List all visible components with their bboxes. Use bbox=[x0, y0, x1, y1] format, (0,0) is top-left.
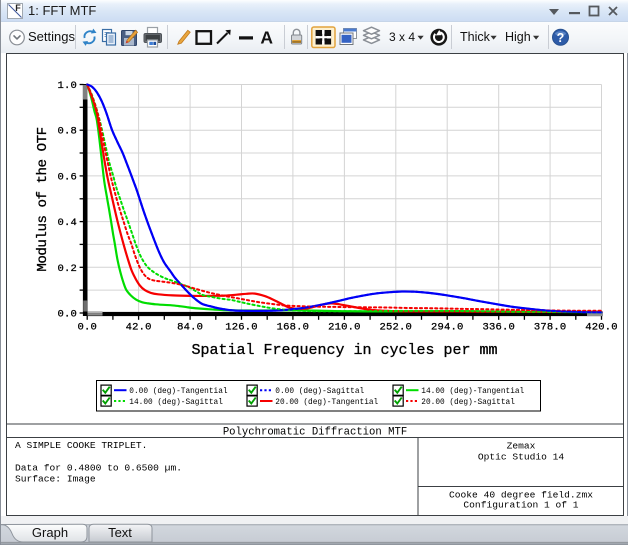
svg-text:42.0: 42.0 bbox=[126, 322, 152, 334]
svg-text:168.0: 168.0 bbox=[277, 322, 310, 334]
svg-text:Text: Text bbox=[108, 525, 132, 540]
svg-text:0.00 (deg)-Sagittal: 0.00 (deg)-Sagittal bbox=[275, 388, 364, 396]
svg-text:0.4: 0.4 bbox=[57, 217, 77, 229]
svg-text:Data for 0.4800 to 0.6500 µm.: Data for 0.4800 to 0.6500 µm. bbox=[15, 463, 182, 474]
svg-text:20.00 (deg)-Sagittal: 20.00 (deg)-Sagittal bbox=[421, 399, 515, 407]
svg-text:Graph: Graph bbox=[32, 525, 68, 540]
svg-text:Surface: Image: Surface: Image bbox=[15, 474, 96, 485]
svg-text:F: F bbox=[15, 3, 21, 13]
svg-text:0.6: 0.6 bbox=[57, 171, 77, 183]
svg-text:336.0: 336.0 bbox=[482, 322, 515, 334]
svg-text:20.00 (deg)-Tangential: 20.00 (deg)-Tangential bbox=[275, 399, 378, 407]
svg-text:Optic Studio 14: Optic Studio 14 bbox=[478, 452, 565, 463]
svg-text:0.0: 0.0 bbox=[57, 309, 77, 321]
svg-text:0.0: 0.0 bbox=[77, 322, 97, 334]
svg-text:0.00 (deg)-Tangential: 0.00 (deg)-Tangential bbox=[129, 388, 228, 396]
svg-text:0.8: 0.8 bbox=[57, 126, 77, 138]
svg-text:Modulus of the OTF: Modulus of the OTF bbox=[35, 127, 51, 271]
svg-text:Polychromatic Diffraction MTF: Polychromatic Diffraction MTF bbox=[223, 427, 407, 439]
svg-text:126.0: 126.0 bbox=[225, 322, 258, 334]
svg-text:252.0: 252.0 bbox=[380, 322, 413, 334]
svg-text:Zemax: Zemax bbox=[507, 441, 536, 452]
svg-text:378.0: 378.0 bbox=[534, 322, 567, 334]
svg-text:Configuration 1 of 1: Configuration 1 of 1 bbox=[463, 500, 578, 511]
svg-text:A SIMPLE COOKE TRIPLET.: A SIMPLE COOKE TRIPLET. bbox=[15, 440, 147, 451]
svg-text:1.0: 1.0 bbox=[57, 80, 77, 92]
svg-text:14.00 (deg)-Sagittal: 14.00 (deg)-Sagittal bbox=[129, 399, 223, 407]
svg-text:?: ? bbox=[557, 31, 565, 45]
svg-text:0.2: 0.2 bbox=[57, 263, 77, 275]
svg-text:A: A bbox=[260, 27, 273, 47]
svg-text:14.00 (deg)-Tangential: 14.00 (deg)-Tangential bbox=[421, 388, 524, 396]
svg-text:Spatial Frequency in cycles pe: Spatial Frequency in cycles per mm bbox=[191, 342, 497, 359]
svg-text:84.0: 84.0 bbox=[177, 322, 203, 334]
svg-text:420.0: 420.0 bbox=[585, 322, 618, 334]
svg-text:294.0: 294.0 bbox=[431, 322, 464, 334]
svg-text:210.0: 210.0 bbox=[328, 322, 361, 334]
